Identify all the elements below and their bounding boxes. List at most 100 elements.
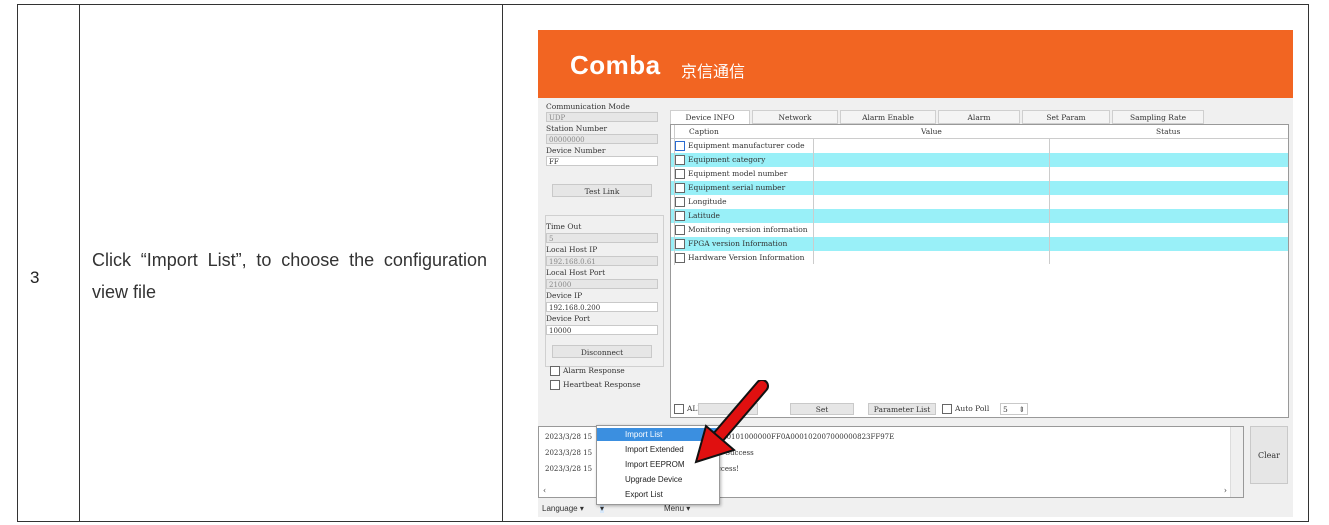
auto-poll-checkbox[interactable]: Auto Poll xyxy=(942,403,989,415)
station-number-label: Station Number xyxy=(546,124,608,133)
app-header: Comba 京信通信 xyxy=(538,30,1293,98)
connection-panel: Communication Mode UDP Station Number 00… xyxy=(542,102,664,402)
checkbox-icon xyxy=(674,404,684,414)
grid-row[interactable]: Hardware Version Information xyxy=(671,251,1288,265)
pointer-arrow-icon xyxy=(694,380,769,464)
log-line: 2023/3/28 15 7E0101000000FF0A000102007000… xyxy=(545,433,894,441)
timeout-select[interactable]: 5 xyxy=(546,233,658,243)
menu-item-export-list[interactable]: Export List xyxy=(597,488,719,501)
disconnect-button[interactable]: Disconnect xyxy=(552,345,652,358)
comm-mode-label: Communication Mode xyxy=(546,102,630,111)
alarm-response-label: Alarm Response xyxy=(563,366,625,375)
checkbox-icon[interactable] xyxy=(675,211,685,221)
row-caption: FPGA version Information xyxy=(688,239,788,248)
checkbox-icon[interactable] xyxy=(675,225,685,235)
tab-set-param[interactable]: Set Param xyxy=(1022,110,1110,124)
spinner-icon[interactable]: ⇕ xyxy=(1019,404,1027,416)
alarm-response-checkbox[interactable]: Alarm Response xyxy=(550,366,625,376)
checkbox-icon[interactable] xyxy=(675,169,685,179)
checkbox-icon[interactable] xyxy=(675,253,685,263)
auto-poll-value: 5 xyxy=(1003,405,1008,414)
column-divider xyxy=(502,5,503,521)
list-manges-menu[interactable]: ▾ xyxy=(600,504,605,513)
local-port-label: Local Host Port xyxy=(546,268,606,277)
clear-button[interactable]: Clear xyxy=(1250,426,1288,484)
status-header: Status xyxy=(1156,127,1181,136)
log-timestamp: 2023/3/28 15 xyxy=(545,449,593,457)
checkbox-icon[interactable] xyxy=(675,141,685,151)
grid-row[interactable]: Equipment category xyxy=(671,153,1288,167)
test-link-button[interactable]: Test Link xyxy=(552,184,652,197)
row-caption: Equipment model number xyxy=(688,169,788,178)
log-line: 2023/3/28 15 ccess! xyxy=(545,465,739,473)
tab-alarm[interactable]: Alarm xyxy=(938,110,1020,124)
log-timestamp: 2023/3/28 15 xyxy=(545,465,593,473)
menu-label: Menu xyxy=(664,504,685,513)
checkbox-icon[interactable] xyxy=(675,155,685,165)
local-port-input[interactable]: 21000 xyxy=(546,279,658,289)
grid-row[interactable]: Equipment serial number xyxy=(671,181,1288,195)
local-ip-label: Local Host IP xyxy=(546,245,598,254)
timeout-label: Time Out xyxy=(546,222,582,231)
grid-row[interactable]: Equipment manufacturer code xyxy=(671,139,1288,153)
parameter-list-button[interactable]: Parameter List xyxy=(868,403,936,415)
auto-poll-stepper[interactable]: 5 ⇕ xyxy=(1000,403,1028,415)
row-caption: Hardware Version Information xyxy=(688,253,805,262)
device-number-input[interactable]: FF xyxy=(546,156,658,166)
checkbox-icon xyxy=(550,380,560,390)
column-divider xyxy=(674,125,675,265)
scroll-left-icon[interactable]: ‹ xyxy=(543,486,546,495)
grid-header: Caption Value Status xyxy=(671,125,1288,139)
log-line: 2023/3/28 15 ->Success xyxy=(545,449,754,457)
set-button[interactable]: Set xyxy=(790,403,854,415)
column-divider xyxy=(1049,138,1050,264)
checkbox-icon[interactable] xyxy=(675,197,685,207)
caption-header: Caption xyxy=(689,127,719,136)
log-scrollbar[interactable] xyxy=(1230,427,1243,497)
row-caption: Equipment serial number xyxy=(688,183,786,192)
column-divider xyxy=(813,138,814,264)
device-ip-label: Device IP xyxy=(546,291,583,300)
tab-sampling-rate[interactable]: Sampling Rate xyxy=(1112,110,1204,124)
language-menu[interactable]: Language ▾ xyxy=(542,504,584,513)
log-timestamp: 2023/3/28 15 xyxy=(545,433,593,441)
heartbeat-response-checkbox[interactable]: Heartbeat Response xyxy=(550,380,641,390)
auto-poll-label: Auto Poll xyxy=(955,404,990,413)
heartbeat-response-label: Heartbeat Response xyxy=(563,380,641,389)
tab-alarm-enable[interactable]: Alarm Enable xyxy=(840,110,936,124)
checkbox-icon[interactable] xyxy=(675,183,685,193)
language-label: Language xyxy=(542,504,578,513)
row-caption: Monitoring version information xyxy=(688,225,808,234)
column-divider xyxy=(79,5,80,521)
checkbox-icon xyxy=(942,404,952,414)
row-caption: Equipment category xyxy=(688,155,766,164)
checkbox-icon xyxy=(550,366,560,376)
tab-bar: Device INFO Network Alarm Enable Alarm S… xyxy=(670,110,1289,124)
menu-dropdown[interactable]: Menu ▾ xyxy=(664,504,690,513)
grid-row[interactable]: Longitude xyxy=(671,195,1288,209)
value-header: Value xyxy=(921,127,942,136)
grid-row[interactable]: Latitude xyxy=(671,209,1288,223)
step-instruction: Click “Import List”, to choose the confi… xyxy=(92,250,487,302)
row-caption: Latitude xyxy=(688,211,720,220)
device-number-label: Device Number xyxy=(546,146,606,155)
row-caption: Equipment manufacturer code xyxy=(688,141,805,150)
checkbox-icon[interactable] xyxy=(675,239,685,249)
row-caption: Longitude xyxy=(688,197,727,206)
scroll-right-icon[interactable]: › xyxy=(1224,486,1227,495)
grid-row[interactable]: Monitoring version information xyxy=(671,223,1288,237)
grid-row[interactable]: Equipment model number xyxy=(671,167,1288,181)
tab-network[interactable]: Network xyxy=(752,110,838,124)
tab-device-info[interactable]: Device INFO xyxy=(670,110,750,124)
local-ip-input[interactable]: 192.168.0.61 xyxy=(546,256,658,266)
step-number: 3 xyxy=(30,268,40,287)
grid-row[interactable]: FPGA version Information xyxy=(671,237,1288,251)
menu-item-upgrade-device[interactable]: Upgrade Device xyxy=(597,473,719,486)
comba-logo: Comba xyxy=(570,50,661,80)
device-port-input[interactable]: 10000 xyxy=(546,325,658,335)
logo-chinese-text: 京信通信 xyxy=(681,62,746,81)
station-number-input[interactable]: 00000000 xyxy=(546,134,658,144)
device-ip-input[interactable]: 192.168.0.200 xyxy=(546,302,658,312)
parameter-grid: Caption Value Status Equipment manufactu… xyxy=(670,124,1289,418)
comm-mode-select[interactable]: UDP xyxy=(546,112,658,122)
